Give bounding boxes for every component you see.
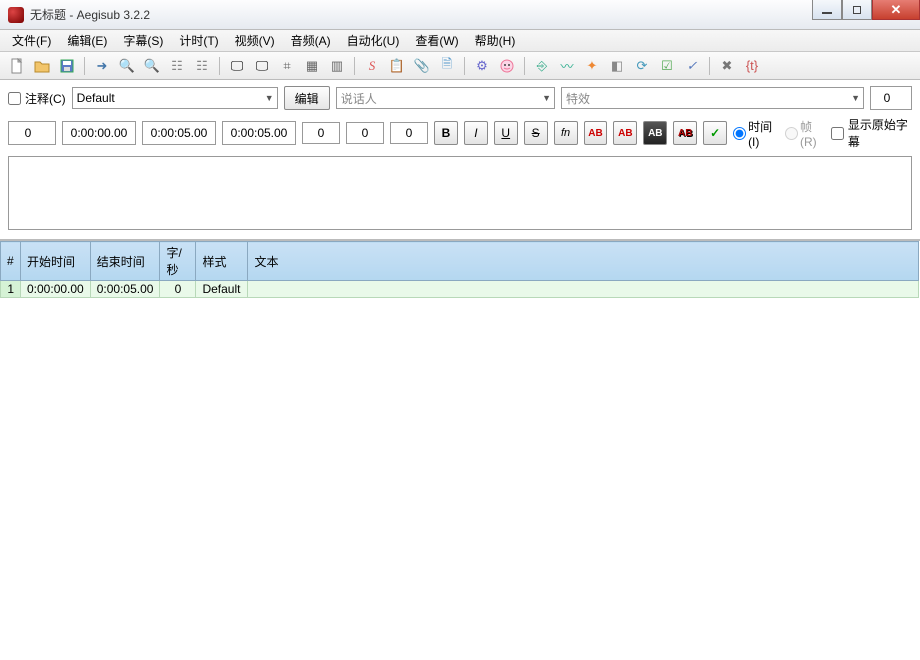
menu-subtitle[interactable]: 字幕(S) — [115, 29, 171, 52]
chevron-down-icon: ▼ — [851, 93, 860, 103]
spellcheck-icon[interactable]: ✓ — [681, 55, 703, 77]
comment-checkbox[interactable]: 注释(C) — [8, 90, 66, 107]
end-time-input[interactable] — [142, 121, 216, 145]
chevron-down-icon: ▼ — [542, 93, 551, 103]
actor-placeholder: 说话人 — [341, 90, 377, 107]
color1-button[interactable]: AB — [584, 121, 608, 145]
timing-postprocessor-icon[interactable]: 〰 — [556, 55, 578, 77]
title-bar: 无标题 - Aegisub 3.2.2 ✕ — [0, 0, 920, 30]
strike-button[interactable]: S — [524, 121, 548, 145]
margin-l-spinner[interactable] — [8, 121, 56, 145]
col-end[interactable]: 结束时间 — [90, 242, 160, 281]
menu-file[interactable]: 文件(F) — [4, 29, 59, 52]
italic-button[interactable]: I — [464, 121, 488, 145]
cell-style: Default — [196, 281, 248, 298]
snap-end-icon[interactable]: ⟳ — [631, 55, 653, 77]
menu-timing[interactable]: 计时(T) — [171, 29, 226, 52]
shift-times-icon[interactable]: ⎆ — [531, 55, 553, 77]
visual-keyframe-icon[interactable]: ▥ — [326, 55, 348, 77]
new-file-icon[interactable] — [6, 55, 28, 77]
show-original-checkbox[interactable]: 显示原始字幕 — [831, 116, 912, 150]
color4-button[interactable]: AB — [673, 121, 697, 145]
app-icon — [8, 7, 24, 23]
grid-header-row: # 开始时间 结束时间 字/秒 样式 文本 — [1, 242, 919, 281]
assistant-icon[interactable] — [496, 55, 518, 77]
toolbar: ➜ 🔍 🔍 ☷ ☷ 🖵 🖵 ⌗ ▦ ▥ S 📋 📎 🗎 ⚙ ⎆ 〰 ✦ ◧ ⟳ … — [0, 52, 920, 80]
visual-crosshair-icon[interactable]: ⌗ — [276, 55, 298, 77]
actor-combo[interactable]: 说话人 ▼ — [336, 87, 555, 109]
window-title: 无标题 - Aegisub 3.2.2 — [30, 6, 150, 23]
options-icon[interactable]: ✖ — [716, 55, 738, 77]
styles-list-icon[interactable]: 📋 — [386, 55, 408, 77]
select-lines-icon[interactable]: ☑ — [656, 55, 678, 77]
fonts-icon[interactable]: 🗎 — [436, 55, 458, 77]
cycle-tags-icon[interactable]: {t} — [741, 55, 763, 77]
effect-placeholder: 特效 — [566, 90, 590, 107]
video-close-icon[interactable]: 🖵 — [251, 55, 273, 77]
menu-view[interactable]: 查看(W) — [407, 29, 466, 52]
menu-video[interactable]: 视频(V) — [227, 29, 283, 52]
edit-panel: 注释(C) Default ▼ 编辑 说话人 ▼ 特效 ▼ B I U S fn… — [0, 80, 920, 240]
save-file-icon[interactable] — [56, 55, 78, 77]
bold-button[interactable]: B — [434, 121, 458, 145]
subtitle-grid[interactable]: # 开始时间 结束时间 字/秒 样式 文本 1 0:00:00.00 0:00:… — [0, 240, 920, 658]
automation-icon[interactable]: ⚙ — [471, 55, 493, 77]
col-start[interactable]: 开始时间 — [21, 242, 91, 281]
visual-drag-icon[interactable]: ▦ — [301, 55, 323, 77]
minimize-button[interactable] — [812, 0, 842, 20]
menu-help[interactable]: 帮助(H) — [467, 29, 524, 52]
col-style[interactable]: 样式 — [196, 242, 248, 281]
menu-bar: 文件(F) 编辑(E) 字幕(S) 计时(T) 视频(V) 音频(A) 自动化(… — [0, 30, 920, 52]
margin-1-input[interactable] — [302, 122, 340, 144]
replace-icon[interactable]: 🔍 — [141, 55, 163, 77]
menu-edit[interactable]: 编辑(E) — [59, 29, 115, 52]
style-value: Default — [77, 91, 115, 105]
maximize-button[interactable] — [842, 0, 872, 20]
search-icon[interactable]: 🔍 — [116, 55, 138, 77]
kanji-timer-icon[interactable]: ✦ — [581, 55, 603, 77]
frame-radio[interactable]: 帧(R) — [785, 118, 825, 149]
forward-icon[interactable]: ➜ — [91, 55, 113, 77]
cell-text — [248, 281, 919, 298]
layer-spinner[interactable] — [870, 86, 912, 110]
commit-button[interactable]: ✓ — [703, 121, 727, 145]
open-file-icon[interactable] — [31, 55, 53, 77]
cell-start: 0:00:00.00 — [21, 281, 91, 298]
style-combo[interactable]: Default ▼ — [72, 87, 278, 109]
margin-2-input[interactable] — [346, 122, 384, 144]
cell-num: 1 — [1, 281, 21, 298]
font-button[interactable]: fn — [554, 121, 578, 145]
col-text[interactable]: 文本 — [248, 242, 919, 281]
effect-combo[interactable]: 特效 ▼ — [561, 87, 864, 109]
comment-label: 注释(C) — [25, 90, 66, 107]
styles-manager-icon[interactable]: ☷ — [191, 55, 213, 77]
grid-row[interactable]: 1 0:00:00.00 0:00:05.00 0 Default — [1, 281, 919, 298]
menu-audio[interactable]: 音频(A) — [283, 29, 339, 52]
edit-style-button[interactable]: 编辑 — [284, 86, 330, 110]
video-open-icon[interactable]: 🖵 — [226, 55, 248, 77]
menu-automation[interactable]: 自动化(U) — [339, 29, 408, 52]
chevron-down-icon: ▼ — [265, 93, 274, 103]
color2-button[interactable]: AB — [613, 121, 637, 145]
style-editor-icon[interactable]: S — [361, 55, 383, 77]
close-button[interactable]: ✕ — [872, 0, 920, 20]
duration-input[interactable] — [222, 121, 296, 145]
col-number[interactable]: # — [1, 242, 21, 281]
cell-cps: 0 — [160, 281, 196, 298]
start-time-input[interactable] — [62, 121, 136, 145]
color3-button[interactable]: AB — [643, 121, 667, 145]
attachments-icon[interactable]: 📎 — [411, 55, 433, 77]
properties-icon[interactable]: ☷ — [166, 55, 188, 77]
subtitle-text-input[interactable] — [8, 156, 912, 230]
time-radio[interactable]: 时间(I) — [733, 118, 779, 149]
underline-button[interactable]: U — [494, 121, 518, 145]
cell-end: 0:00:05.00 — [90, 281, 160, 298]
snap-start-icon[interactable]: ◧ — [606, 55, 628, 77]
col-cps[interactable]: 字/秒 — [160, 242, 196, 281]
margin-3-input[interactable] — [390, 122, 428, 144]
